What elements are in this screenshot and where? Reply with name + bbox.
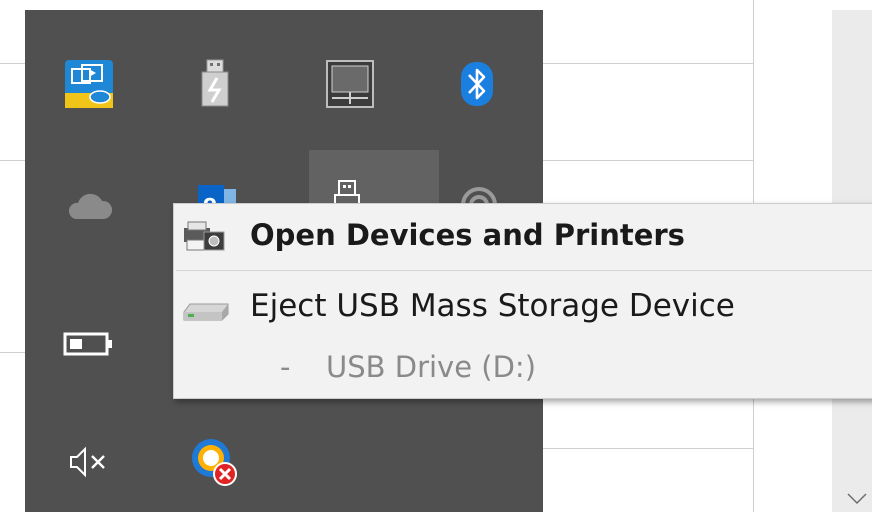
menu-item-eject-usb-mass-storage[interactable]: Eject USB Mass Storage Device [174,276,872,336]
touchpad-icon[interactable] [318,52,382,116]
safely-remove-hardware-icon[interactable] [183,52,247,116]
menu-separator [176,270,872,271]
grid-line [0,63,25,64]
volume-muted-icon[interactable] [57,430,121,494]
usb-drive-icon [183,303,229,321]
sub-item-prefix: - [280,350,291,384]
menu-item-label: Open Devices and Printers [250,218,685,252]
bluetooth-icon[interactable] [445,52,509,116]
grid-line [0,160,25,161]
context-menu: Open Devices and Printers Eject USB Mass… [173,203,872,399]
chevron-down-icon[interactable] [845,488,869,508]
menu-item-usb-drive: - USB Drive (D:) [174,342,872,394]
grid-line [543,63,753,64]
grid-line [0,352,25,353]
intel-graphics-icon[interactable] [57,52,121,116]
onedrive-icon[interactable] [57,174,121,238]
menu-item-label: Eject USB Mass Storage Device [250,288,735,324]
grid-line [543,448,753,449]
devices-printers-icon [184,221,225,251]
sub-item-label: USB Drive (D:) [326,350,537,384]
battery-icon[interactable] [57,312,121,376]
security-warning-icon[interactable] [183,430,247,494]
menu-item-open-devices-and-printers[interactable]: Open Devices and Printers [174,204,872,270]
grid-line [543,160,753,161]
